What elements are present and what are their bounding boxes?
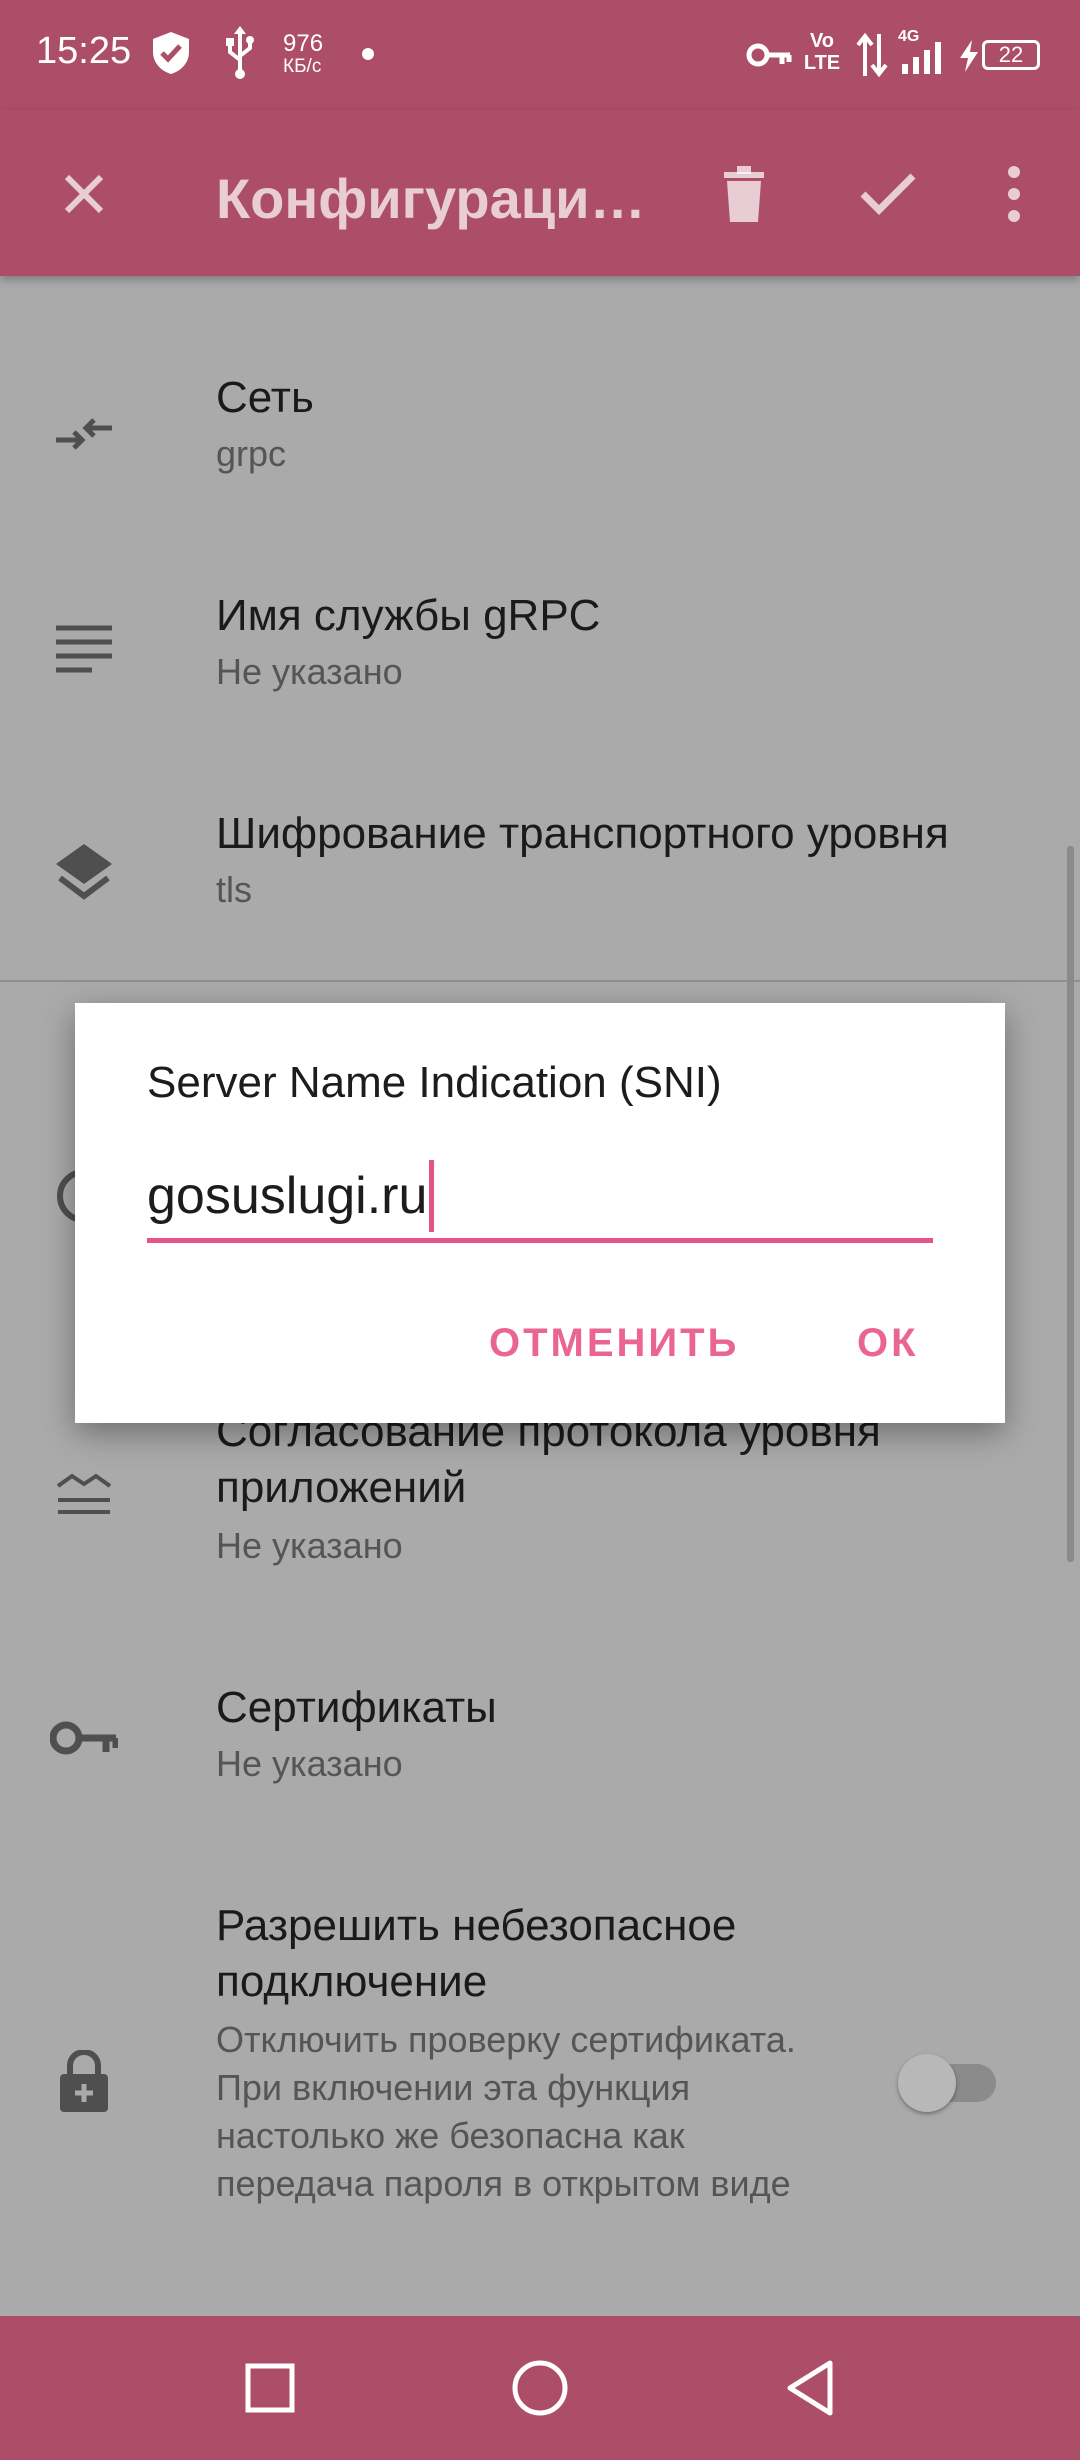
lock-add-icon	[48, 2046, 120, 2118]
save-button[interactable]	[844, 150, 932, 238]
setting-title: Шифрование транспортного уровня	[216, 809, 949, 858]
status-bar: 15:25 976 КБ/с Vo LTE 4G 22	[0, 0, 1080, 110]
page-title: Конфигураци…	[216, 167, 646, 230]
key-icon	[48, 1702, 120, 1774]
signal-icon	[900, 40, 948, 79]
setting-alpn[interactable]: Согласование протокола уровня приложений…	[0, 1404, 1080, 1604]
network-speed-unit: КБ/с	[283, 56, 322, 77]
usb-icon	[222, 26, 258, 85]
setting-title: Сертификаты	[216, 1683, 497, 1732]
home-button[interactable]	[504, 2352, 576, 2424]
data-arrows-icon	[856, 32, 888, 83]
more-vert-icon	[1008, 166, 1020, 222]
notification-dot	[362, 48, 374, 60]
notes-icon	[48, 616, 120, 688]
setting-title: Имя службы gRPC	[216, 591, 601, 640]
setting-subtitle: tls	[216, 869, 252, 910]
setting-grpc-service[interactable]: Имя службы gRPC Не указано	[0, 588, 1080, 728]
setting-subtitle: Не указано	[216, 1743, 403, 1784]
sni-dialog: Server Name Indication (SNI) gosuslugi.r…	[75, 1003, 1005, 1423]
insecure-toggle-thumb[interactable]	[898, 2054, 956, 2112]
close-icon	[64, 174, 104, 214]
home-icon	[512, 2360, 568, 2416]
setting-subtitle: Не указано	[216, 1525, 403, 1566]
dialog-title: Server Name Indication (SNI)	[147, 1058, 722, 1107]
navigation-bar	[0, 2316, 1080, 2460]
app-bar: Конфигураци…	[0, 110, 1080, 276]
cancel-button[interactable]: ОТМЕНИТЬ	[489, 1321, 739, 1366]
network-speed-value: 976	[283, 30, 324, 57]
setting-subtitle: Не указано	[216, 651, 403, 692]
ok-button[interactable]: ОК	[857, 1321, 919, 1366]
battery-level: 22	[998, 42, 1024, 67]
setting-title: Сеть	[216, 373, 314, 422]
battery-icon: 22	[982, 40, 1040, 70]
delete-icon	[724, 166, 764, 222]
recents-button[interactable]	[234, 2352, 306, 2424]
section-divider	[0, 980, 1080, 982]
text-caret	[429, 1159, 435, 1232]
status-time: 15:25	[36, 30, 132, 72]
setting-title: Разрешить небезопасное подключение	[216, 1901, 737, 2006]
sni-input-value: gosuslugi.ru	[147, 1166, 428, 1225]
setting-certificates[interactable]: Сертификаты Не указано	[0, 1680, 1080, 1820]
charging-icon	[958, 40, 980, 77]
sni-input[interactable]: gosuslugi.ru	[147, 1153, 933, 1243]
check-icon	[860, 173, 916, 215]
delete-button[interactable]	[700, 150, 788, 238]
setting-network[interactable]: Сеть grpc	[0, 370, 1080, 510]
vpn-key-icon	[746, 38, 792, 77]
setting-subtitle: grpc	[216, 433, 287, 474]
back-button[interactable]	[774, 2352, 846, 2424]
back-icon	[787, 2360, 833, 2416]
more-options-button[interactable]	[970, 150, 1058, 238]
setting-subtitle: Отключить проверку сертификата. При вклю…	[216, 2019, 796, 2204]
compare-arrows-icon	[48, 398, 120, 470]
shield-check-icon	[150, 30, 192, 81]
network-speed: 976 КБ/с	[283, 31, 323, 77]
close-button[interactable]	[40, 150, 128, 238]
volte-icon: Vo LTE	[803, 30, 841, 74]
layers-icon	[48, 836, 120, 908]
setting-transport-security[interactable]: Шифрование транспортного уровня tls	[0, 806, 1080, 946]
alpn-icon	[48, 1458, 120, 1530]
recents-icon	[245, 2363, 295, 2413]
